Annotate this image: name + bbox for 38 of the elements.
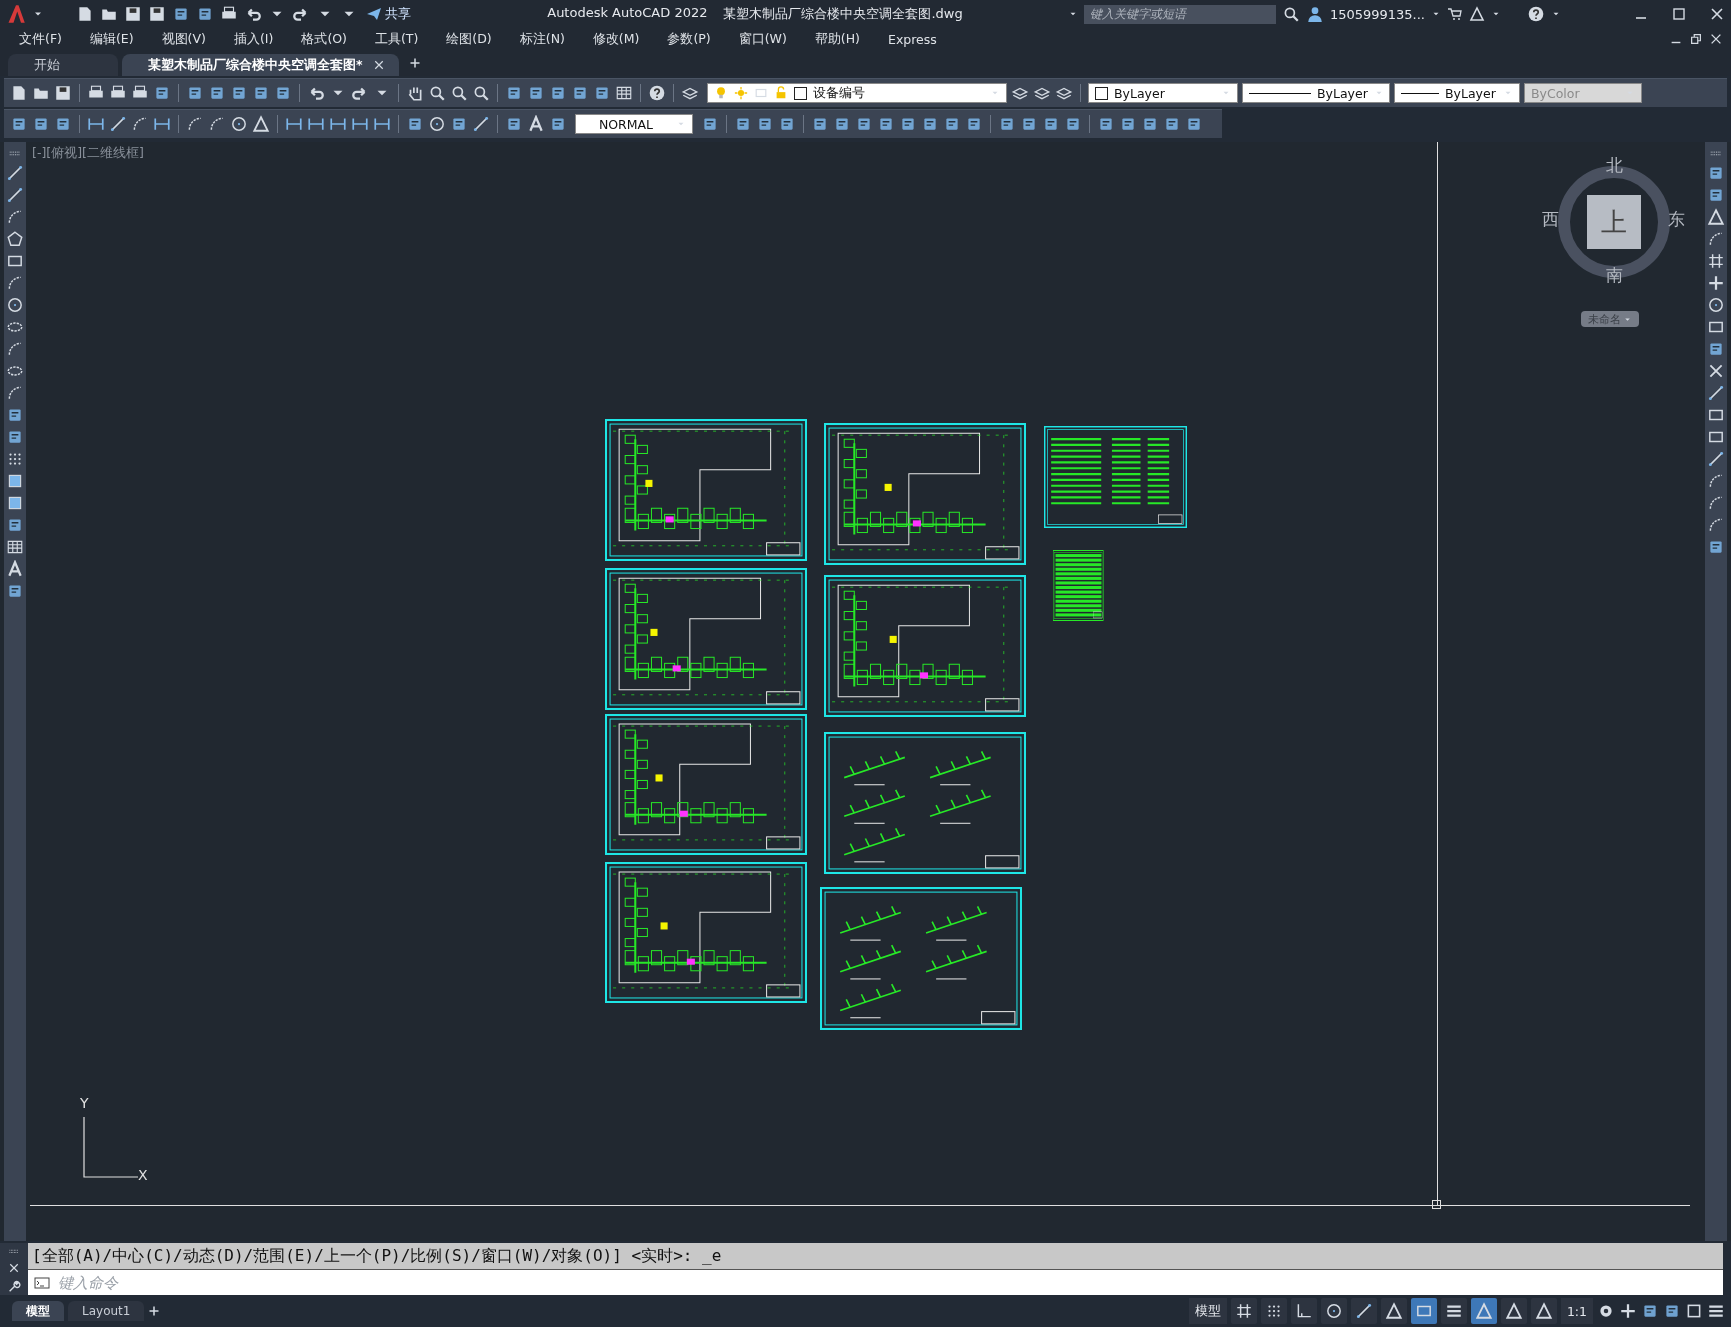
- layout-tab[interactable]: 模型: [12, 1301, 64, 1321]
- menu-item[interactable]: 绘图(D): [435, 30, 503, 48]
- compass-south[interactable]: 南: [1606, 264, 1623, 287]
- x-axis-label: X: [138, 1167, 148, 1183]
- model-space-button[interactable]: 模型: [1188, 1298, 1227, 1324]
- command-line-field[interactable]: 键入命令: [28, 1269, 1723, 1295]
- menu-item[interactable]: 编辑(E): [78, 30, 145, 48]
- compass-north[interactable]: 北: [1606, 154, 1623, 177]
- menu-item[interactable]: 插入(I): [222, 30, 285, 48]
- command-history: [全部(A)/中心(C)/动态(D)/范围(E)/上一个(P)/比例(S)/窗口(W)/对象(O)] <实时>: _e: [28, 1243, 1723, 1269]
- menu-item[interactable]: Express: [877, 31, 948, 47]
- user-name[interactable]: 1505999135...: [1329, 6, 1425, 22]
- app-title: Autodesk AutoCAD 2022: [547, 5, 708, 22]
- menu-item[interactable]: 格式(O): [290, 30, 358, 48]
- search-field[interactable]: 键入关键字或短语: [1083, 4, 1276, 24]
- file-tab[interactable]: 开始: [8, 54, 118, 76]
- menu-item[interactable]: 修改(M): [581, 30, 651, 48]
- color-dropdown[interactable]: ByLayer: [1088, 83, 1238, 103]
- menu-item[interactable]: 文件(F): [8, 30, 73, 48]
- menu-item[interactable]: 视图(V): [150, 30, 217, 48]
- lineweight-dropdown[interactable]: ByLayer: [1394, 83, 1520, 103]
- compass-east[interactable]: 东: [1668, 208, 1685, 231]
- viewcube-face[interactable]: 上: [1587, 195, 1641, 249]
- y-axis-label: Y: [80, 1095, 89, 1111]
- menu-item[interactable]: 工具(T): [363, 30, 430, 48]
- compass-west[interactable]: 西: [1542, 208, 1559, 231]
- menu-item[interactable]: 参数(P): [656, 30, 722, 48]
- menu-item[interactable]: 窗口(W): [727, 30, 798, 48]
- share-button[interactable]: 共享: [364, 5, 413, 23]
- file-tab[interactable]: 某塑木制品厂综合楼中央空调全套图*: [122, 54, 399, 76]
- menu-item[interactable]: 帮助(H): [803, 30, 871, 48]
- menu-item[interactable]: 标注(N): [508, 30, 576, 48]
- annotation-scale-button[interactable]: 1:1: [1560, 1298, 1593, 1324]
- dimension-style-dropdown[interactable]: NORMAL: [575, 114, 693, 134]
- file-title: 某塑木制品厂综合楼中央空调全套图.dwg: [723, 5, 963, 23]
- viewport-label[interactable]: [-][俯视][二维线框]: [32, 145, 144, 162]
- linetype-dropdown[interactable]: ByLayer: [1242, 83, 1390, 103]
- layout-tab[interactable]: Layout1: [68, 1301, 145, 1321]
